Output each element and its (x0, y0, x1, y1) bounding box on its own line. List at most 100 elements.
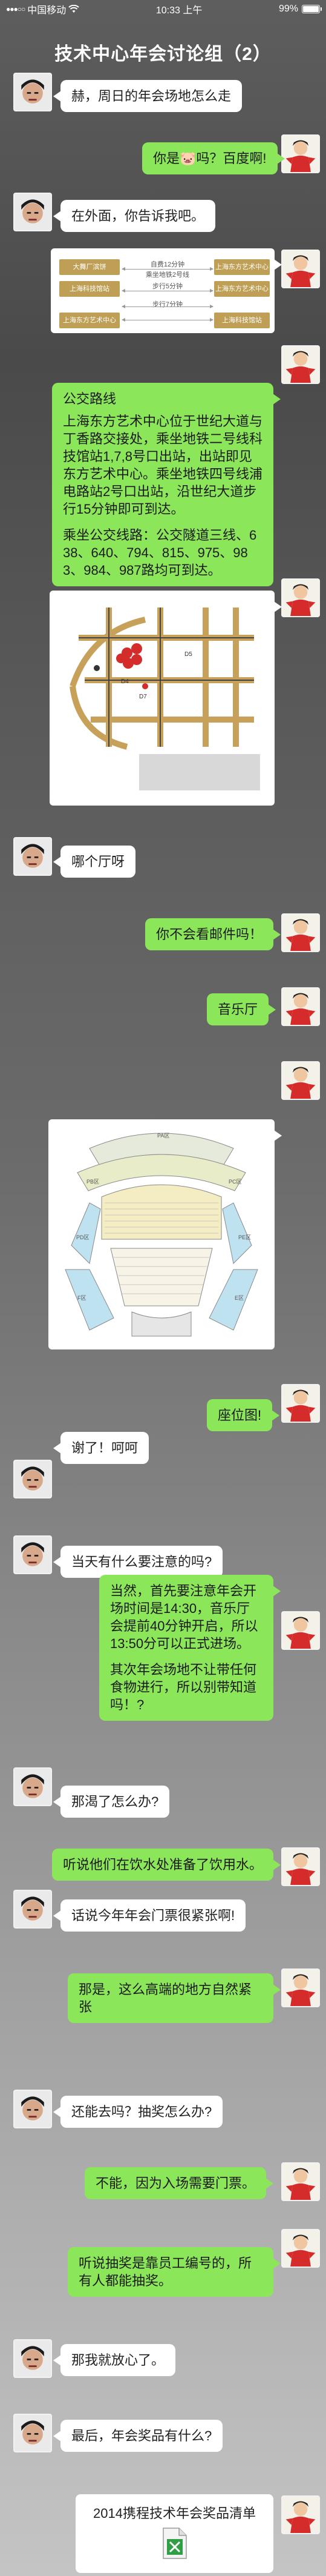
avatar-character-icon (282, 988, 319, 1025)
status-left: ●●●○○ 中国移动 (6, 2, 79, 16)
message-paragraph: 当然，首先要注意年会开场时间是14:30，音乐厅会提前40分钟开启，所以13:5… (110, 1583, 258, 1652)
message-bubble-right: 那是，这么高端的地方自然紧张 (68, 1973, 281, 2024)
avatar-right[interactable] (281, 578, 320, 617)
file-title: 2014携程技术年会奖品清单 (93, 2506, 256, 2521)
avatar-character-icon (282, 2230, 319, 2266)
route-row: 步行7分钟 (56, 299, 270, 313)
avatar-right[interactable] (281, 2229, 320, 2268)
avatar-face-icon (15, 2415, 51, 2451)
battery-percent: 99% (278, 4, 298, 14)
message-paragraph: 乘坐公交线路：公交隧道三线、638、640、794、815、975、983、98… (63, 528, 257, 578)
avatar-character-icon (282, 580, 319, 616)
message-bubble-left: 话说今年年会门票很紧张啊! (53, 1899, 246, 1932)
message-paragraph: 其次年会场地不让带任何食物进行，所以别带知道吗！? (110, 1662, 257, 1713)
avatar-left[interactable] (13, 73, 52, 111)
avatar-character-icon (282, 1062, 319, 1099)
avatar-character-icon (282, 1385, 319, 1422)
message-bubble-left: 当天有什么要注意的吗? (53, 1546, 223, 1578)
message-bubble-left: 哪个厅呀 (53, 846, 136, 878)
map-label: D4 (121, 678, 129, 685)
avatar-face-icon (15, 2340, 51, 2377)
seat-area-label: PE区 (238, 1234, 251, 1240)
status-right: 99% (278, 4, 322, 15)
route-origin: 上海科技馆站 (59, 281, 120, 297)
route-arrow (122, 305, 214, 308)
avatar-left[interactable] (13, 193, 52, 231)
message-bubble-right: 听说抽奖是靠员工编号的，所有人都能抽奖。 (68, 2247, 281, 2297)
avatar-left[interactable] (13, 1535, 52, 1574)
map-label: D7 (139, 694, 147, 700)
avatar-face-icon (15, 194, 51, 230)
avatar-right[interactable] (281, 2162, 320, 2201)
avatar-right[interactable] (281, 1968, 320, 2007)
avatar-left[interactable] (13, 1767, 52, 1806)
avatar-left[interactable] (13, 1460, 52, 1498)
message-paragraph: 公交路线 (63, 391, 117, 406)
avatar-right[interactable] (281, 1847, 320, 1886)
map-image[interactable]: D4 D5 D7 (50, 591, 282, 806)
route-table-image[interactable]: 大舞厂滨饼 自费12分钟 上海东方艺术中心 乘坐地铁2号线 上海科技馆站 步行5… (51, 248, 282, 333)
avatar-character-icon (282, 346, 319, 383)
message-bubble-left: 那我就放心了。 (53, 2344, 176, 2377)
avatar-character-icon (282, 2497, 319, 2533)
avatar-right[interactable] (281, 250, 320, 288)
avatar-right[interactable] (281, 1384, 320, 1423)
message-bubble-left: 最后，年会奖品有什么? (53, 2420, 223, 2452)
route-origin: 上海东方艺术中心 (59, 313, 120, 328)
seat-area-label: PB区 (86, 1179, 99, 1185)
avatar-right[interactable] (281, 345, 320, 384)
message-bubble-left: 在外面，你告诉我吧。 (53, 200, 216, 233)
route-step: 步行5分钟 (152, 282, 183, 290)
map-label: D5 (184, 651, 192, 658)
seat-area-label: E区 (235, 1295, 244, 1301)
seat-area-label: F区 (77, 1295, 86, 1301)
avatar-face-icon (15, 1769, 51, 1805)
status-bar: ●●●○○ 中国移动 10:33 上午 99% (0, 0, 326, 18)
battery-fill (302, 6, 319, 12)
message-bubble-left: 那渴了怎么办? (53, 1786, 170, 1818)
route-destination: 上海东方艺术中心 (214, 281, 270, 297)
avatar-left[interactable] (13, 1890, 52, 1929)
message-bubble-right: 当然，首先要注意年会开场时间是14:30，音乐厅会提前40分钟开启，所以13:5… (99, 1575, 281, 1721)
message-paragraph: 上海东方艺术中心位于世纪大道与丁香路交接处，乘坐地铁二号线科技馆站1,7,8号口… (63, 414, 263, 517)
seat-chart-drawing: PA区 PB区 PC区 PD区 PE区 F区 E区 (53, 1124, 270, 1345)
map-drawing: D4 D5 D7 (54, 595, 270, 801)
avatar-face-icon (15, 1891, 51, 1927)
route-arrow (122, 267, 214, 271)
avatar-right[interactable] (281, 913, 320, 952)
clock: 10:33 上午 (155, 5, 203, 16)
seat-area-label: PA区 (157, 1133, 169, 1139)
battery-icon (301, 5, 322, 13)
avatar-character-icon (282, 1849, 319, 1885)
seat-area-label: PD区 (76, 1234, 90, 1240)
message-bubble-right: 你不会看邮件吗！ (145, 918, 281, 951)
avatar-right[interactable] (281, 987, 320, 1026)
avatar-character-icon (282, 1970, 319, 2006)
avatar-right[interactable] (281, 1611, 320, 1650)
message-bubble-right: 你是🐷吗？百度啊! (142, 142, 285, 175)
avatar-right[interactable] (281, 134, 320, 173)
message-bubble-left: 谢了！呵呵 (53, 1432, 149, 1465)
message-bubble-left: 赫，周日的年会场地怎么走 (53, 80, 243, 113)
message-bubble-left: 还能去吗？抽奖怎么办? (53, 2096, 223, 2128)
message-bubble-right: 公交路线 上海东方艺术中心位于世纪大道与丁香路交接处，乘坐地铁二号线科技馆站1,… (52, 383, 281, 587)
avatar-character-icon (282, 136, 319, 172)
signal-dots-icon: ●●●○○ (6, 5, 25, 13)
route-destination: 上海科技馆站 (214, 313, 270, 328)
avatar-face-icon (15, 2091, 51, 2127)
avatar-left[interactable] (13, 2414, 52, 2452)
avatar-right[interactable] (281, 1061, 320, 1100)
excel-file-icon (162, 2528, 187, 2559)
seat-chart-image[interactable]: PA区 PB区 PC区 PD区 PE区 F区 E区 (48, 1119, 282, 1349)
avatar-character-icon (282, 915, 319, 951)
avatar-left[interactable] (13, 837, 52, 876)
avatar-left[interactable] (13, 2339, 52, 2378)
avatar-character-icon (282, 1612, 319, 1649)
avatar-character-icon (282, 2164, 319, 2200)
file-attachment-card[interactable]: 2014携程技术年会奖品清单 (76, 2494, 273, 2573)
avatar-left[interactable] (13, 2090, 52, 2128)
message-bubble-right: 音乐厅 (207, 993, 276, 1026)
carrier-label: 中国移动 (27, 5, 67, 16)
avatar-right[interactable] (281, 2495, 320, 2534)
avatar-face-icon (15, 838, 51, 875)
